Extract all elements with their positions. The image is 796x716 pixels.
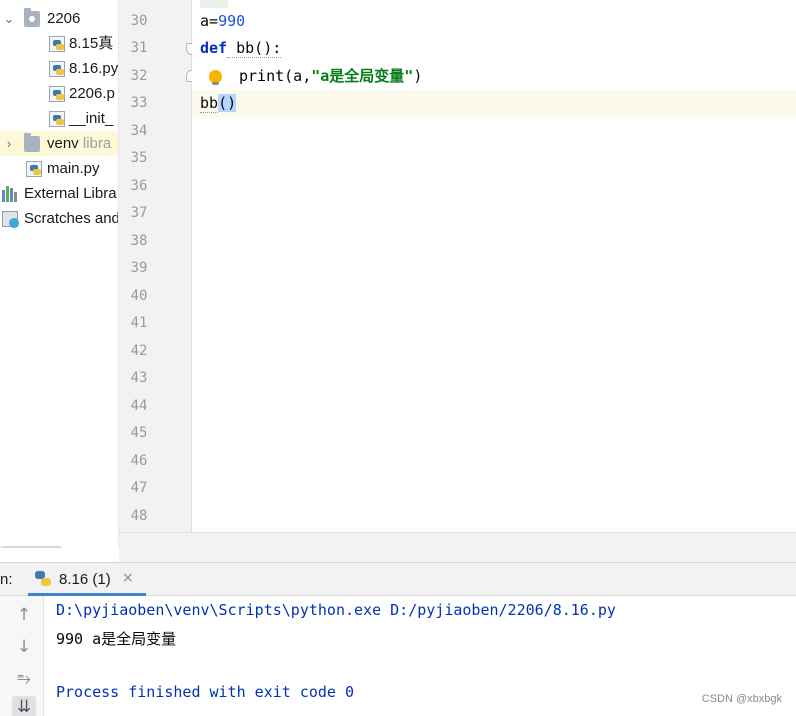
- python-file-icon: [49, 36, 65, 52]
- tree-item-label: 2206.p: [69, 85, 115, 102]
- tree-item-label: 8.16.py: [69, 60, 119, 77]
- code-line-32[interactable]: print(a,"a是全局变量"): [192, 63, 796, 90]
- tree-item-sublabel: libra: [82, 135, 112, 152]
- tree-item-label: Scratches and: [24, 210, 119, 227]
- soft-wrap-icon[interactable]: ⥱: [12, 668, 36, 690]
- run-tool-window-header: n: 8.16 (1) ×: [0, 562, 796, 596]
- code-token-def: bb():: [227, 39, 282, 58]
- chevron-down-icon[interactable]: ⌄: [2, 6, 16, 31]
- code-token-call: bb: [200, 94, 219, 113]
- tree-item-scratches[interactable]: Scratches and: [0, 206, 118, 231]
- line-number: 35: [130, 150, 148, 166]
- code-token-args: (a,: [284, 67, 312, 85]
- console-command-line: D:\pyjiaoben\venv\Scripts\python.exe D:/…: [56, 601, 616, 619]
- code-line-31[interactable]: def bb():: [192, 35, 796, 62]
- tree-item-external-libraries[interactable]: External Libra: [0, 181, 118, 206]
- code-token-parens-highlight: (): [218, 94, 237, 112]
- python-file-icon: [26, 161, 42, 177]
- project-tool-window: ⌄ 2206 8.15真 8.16.py 2206.p __init_ › ve…: [0, 0, 119, 548]
- code-editor[interactable]: a=990 def bb(): print(a,"a是全局变量") bb(): [192, 0, 796, 532]
- code-token-paren: ): [413, 67, 423, 85]
- chevron-right-icon[interactable]: ›: [2, 131, 16, 156]
- line-number: 32: [130, 68, 148, 84]
- line-number: 42: [130, 343, 148, 359]
- python-icon: [35, 571, 51, 587]
- tree-item-label: External Libra: [24, 185, 117, 202]
- console-output-line: 990 a是全局变量: [56, 630, 177, 648]
- editor-gutter: 30 31 32 33 34 35 36 37 38 39 40 41 42 4…: [119, 0, 196, 532]
- run-label: n:: [0, 571, 13, 588]
- line-number: 44: [130, 398, 148, 414]
- code-line-30[interactable]: a=990: [192, 8, 796, 35]
- python-file-icon: [49, 111, 65, 127]
- code-token-operator: =: [209, 12, 219, 30]
- tree-item-file-2206[interactable]: 2206.p: [0, 81, 118, 106]
- line-number: 33: [130, 95, 148, 111]
- run-toolbar: ↑ ↓ ⥱ ⇊: [0, 596, 44, 716]
- tree-item-file-816[interactable]: 8.16.py: [0, 56, 118, 81]
- project-horizontal-scrollbar[interactable]: [0, 546, 62, 548]
- line-number: 43: [130, 370, 148, 386]
- arrow-down-icon[interactable]: ↓: [12, 636, 36, 658]
- tree-item-venv-folder[interactable]: › venv libra: [0, 131, 118, 156]
- package-folder-icon: [24, 8, 40, 27]
- code-token-identifier: a: [200, 12, 210, 30]
- code-token-number: 990: [218, 12, 246, 30]
- code-token-keyword: def: [200, 39, 228, 57]
- line-number: 38: [130, 233, 148, 249]
- code-token-function: print: [239, 67, 285, 85]
- line-number: 45: [130, 425, 148, 441]
- change-marker: [200, 0, 228, 8]
- tree-item-label: 2206: [47, 10, 81, 27]
- line-number: 46: [130, 453, 148, 469]
- console-exit-line: Process finished with exit code 0: [56, 683, 355, 701]
- folder-icon: [24, 133, 40, 152]
- tree-item-file-815[interactable]: 8.15真: [0, 31, 118, 56]
- line-number: 41: [130, 315, 148, 331]
- tree-item-label: venv: [47, 135, 79, 152]
- run-tab-label: 8.16 (1): [59, 571, 111, 588]
- python-file-icon: [49, 86, 65, 102]
- tree-item-2206-folder[interactable]: ⌄ 2206: [0, 6, 118, 31]
- line-number: 40: [130, 288, 148, 304]
- code-token-string: "a是全局变量": [311, 67, 414, 85]
- code-line-33[interactable]: bb(): [192, 90, 796, 117]
- tree-item-file-init[interactable]: __init_: [0, 106, 118, 131]
- scroll-to-end-icon[interactable]: ⇊: [12, 696, 36, 716]
- line-number: 30: [130, 13, 148, 29]
- watermark: CSDN @xbxbgk: [701, 693, 782, 705]
- scratches-icon: [2, 211, 19, 228]
- line-number: 31: [130, 40, 148, 56]
- close-icon[interactable]: ×: [122, 570, 134, 586]
- line-number: 34: [130, 123, 148, 139]
- python-file-icon: [49, 61, 65, 77]
- tree-item-file-main[interactable]: main.py: [0, 156, 118, 181]
- tree-item-label: main.py: [47, 160, 100, 177]
- run-tab-816[interactable]: 8.16 (1) ×: [28, 563, 146, 596]
- arrow-up-icon[interactable]: ↑: [12, 604, 36, 626]
- run-console[interactable]: D:\pyjiaoben\venv\Scripts\python.exe D:/…: [44, 596, 796, 716]
- line-number: 39: [130, 260, 148, 276]
- line-number: 48: [130, 508, 148, 524]
- tree-item-label: __init_: [69, 110, 114, 127]
- tree-item-label: 8.15真: [69, 35, 114, 52]
- line-number: 37: [130, 205, 148, 221]
- line-number: 36: [130, 178, 148, 194]
- line-number: 47: [130, 480, 148, 496]
- library-icon: [2, 186, 18, 202]
- editor-status-strip: [119, 532, 796, 562]
